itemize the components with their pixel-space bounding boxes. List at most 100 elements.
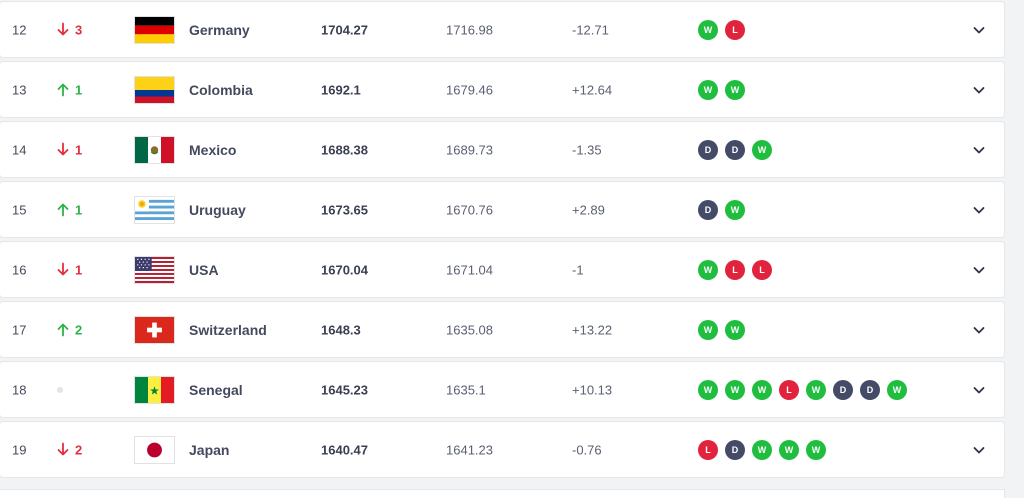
- chevron-down-icon[interactable]: [970, 81, 988, 99]
- form-result-win: W: [887, 379, 907, 400]
- form-result-loss: L: [779, 379, 799, 400]
- country-name[interactable]: USA: [189, 262, 219, 278]
- recent-form: WW: [698, 319, 745, 340]
- table-row[interactable]: 17 2 Switzerland 1648.3 1635.08 +13.22 W W: [0, 302, 1004, 357]
- mexico-flag: [134, 135, 175, 164]
- points-change: +12.64: [572, 82, 613, 97]
- country-name[interactable]: Colombia: [189, 82, 253, 98]
- country-name[interactable]: Germany: [189, 22, 250, 38]
- previous-points: 1679.46: [446, 82, 493, 97]
- chevron-down-icon[interactable]: [970, 141, 988, 159]
- form-result-draw: D: [698, 139, 718, 160]
- form-result-draw: D: [698, 199, 718, 220]
- rank-movement: [57, 386, 63, 393]
- table-row[interactable]: 12 3 Germany 1704.27 1716.98 -12.71 W L: [0, 2, 1004, 57]
- total-points: 1648.3: [321, 322, 361, 337]
- chevron-down-icon[interactable]: [970, 261, 988, 279]
- recent-form: WLL: [698, 259, 772, 280]
- points-change: -0.76: [572, 442, 602, 457]
- rank-position: 17: [12, 322, 27, 337]
- rank-change-value: 1: [75, 262, 83, 277]
- country-name[interactable]: Mexico: [189, 142, 236, 158]
- form-result-win: W: [725, 79, 745, 100]
- table-row[interactable]: 19 2 Japan 1640.47 1641.23 -0.76 L D W W W: [0, 422, 1004, 477]
- previous-points: 1635.1: [446, 382, 486, 397]
- table-row[interactable]: 16 1 USA 1670.04 1671.04 -1 W L L: [0, 242, 1004, 297]
- rank-position: 19: [12, 442, 27, 457]
- recent-form: DDW: [698, 139, 772, 160]
- form-result-loss: L: [725, 19, 745, 40]
- form-result-loss: L: [752, 259, 772, 280]
- country-name[interactable]: Japan: [189, 442, 229, 458]
- form-result-win: W: [779, 439, 799, 460]
- no-change-dot-icon: [57, 386, 63, 393]
- points-change: +2.89: [572, 202, 605, 217]
- total-points: 1640.47: [321, 442, 368, 457]
- arrow-down-icon: [57, 262, 69, 277]
- table-row[interactable]: 15 1 Uruguay 1673.65 1670.76 +2.89 D W: [0, 182, 1004, 237]
- points-change: +10.13: [572, 382, 613, 397]
- chevron-down-icon[interactable]: [970, 321, 988, 339]
- rank-change-value: 2: [75, 442, 83, 457]
- chevron-down-icon[interactable]: [970, 441, 988, 459]
- rank-position: 15: [12, 202, 27, 217]
- usa-flag: [134, 255, 175, 284]
- rank-position: 16: [12, 262, 27, 277]
- form-result-win: W: [698, 379, 718, 400]
- rank-movement: 1: [57, 142, 82, 157]
- rank-change-value: 3: [75, 22, 83, 37]
- form-result-win: W: [725, 199, 745, 220]
- table-row[interactable]: 13 1 Colombia 1692.1 1679.46 +12.64 W W: [0, 62, 1004, 117]
- table-row[interactable]: 18 Senegal 1645.23 1635.1 +10.13 W W W L W D D W: [0, 362, 1004, 417]
- total-points: 1673.65: [321, 202, 368, 217]
- previous-points: 1641.23: [446, 442, 493, 457]
- total-points: 1645.23: [321, 382, 368, 397]
- form-result-draw: D: [833, 379, 853, 400]
- points-change: -12.71: [572, 22, 609, 37]
- country-name[interactable]: Senegal: [189, 382, 243, 398]
- recent-form: DW: [698, 199, 745, 220]
- recent-form: WL: [698, 19, 745, 40]
- form-result-win: W: [698, 19, 718, 40]
- rank-change-value: 1: [75, 142, 83, 157]
- form-result-draw: D: [860, 379, 880, 400]
- rank-change-value: 1: [75, 202, 83, 217]
- table-row[interactable]: 14 1 Mexico 1688.38 1689.73 -1.35 D D W: [0, 122, 1004, 177]
- arrow-down-icon: [57, 442, 69, 457]
- form-result-win: W: [725, 319, 745, 340]
- rank-movement: 2: [57, 322, 82, 337]
- total-points: 1670.04: [321, 262, 368, 277]
- form-result-draw: D: [725, 139, 745, 160]
- chevron-down-icon[interactable]: [970, 381, 988, 399]
- germany-flag: [134, 15, 175, 44]
- arrow-up-icon: [57, 203, 69, 217]
- rank-movement: 1: [57, 82, 82, 97]
- rank-movement: 1: [57, 202, 82, 217]
- form-result-loss: L: [725, 259, 745, 280]
- arrow-up-icon: [57, 83, 69, 97]
- form-result-win: W: [806, 439, 826, 460]
- form-result-win: W: [752, 439, 772, 460]
- points-change: -1: [572, 262, 584, 277]
- rank-position: 13: [12, 82, 27, 97]
- country-name[interactable]: Switzerland: [189, 322, 267, 338]
- chevron-down-icon[interactable]: [970, 201, 988, 219]
- previous-points: 1716.98: [446, 22, 493, 37]
- rank-position: 12: [12, 22, 27, 37]
- rank-movement: 2: [57, 442, 82, 457]
- arrow-down-icon: [57, 142, 69, 157]
- previous-points: 1635.08: [446, 322, 493, 337]
- colombia-flag: [134, 75, 175, 104]
- next-row-edge: [0, 490, 1004, 498]
- recent-form: LDWWW: [698, 439, 826, 460]
- rank-position: 14: [12, 142, 27, 157]
- form-result-win: W: [725, 379, 745, 400]
- form-result-win: W: [752, 139, 772, 160]
- ranking-table: 12 3 Germany 1704.27 1716.98 -12.71 W L 13 1 Colom…: [0, 2, 1004, 482]
- previous-points: 1670.76: [446, 202, 493, 217]
- total-points: 1688.38: [321, 142, 368, 157]
- chevron-down-icon[interactable]: [970, 21, 988, 39]
- arrow-up-icon: [57, 323, 69, 337]
- form-result-win: W: [698, 259, 718, 280]
- country-name[interactable]: Uruguay: [189, 202, 246, 218]
